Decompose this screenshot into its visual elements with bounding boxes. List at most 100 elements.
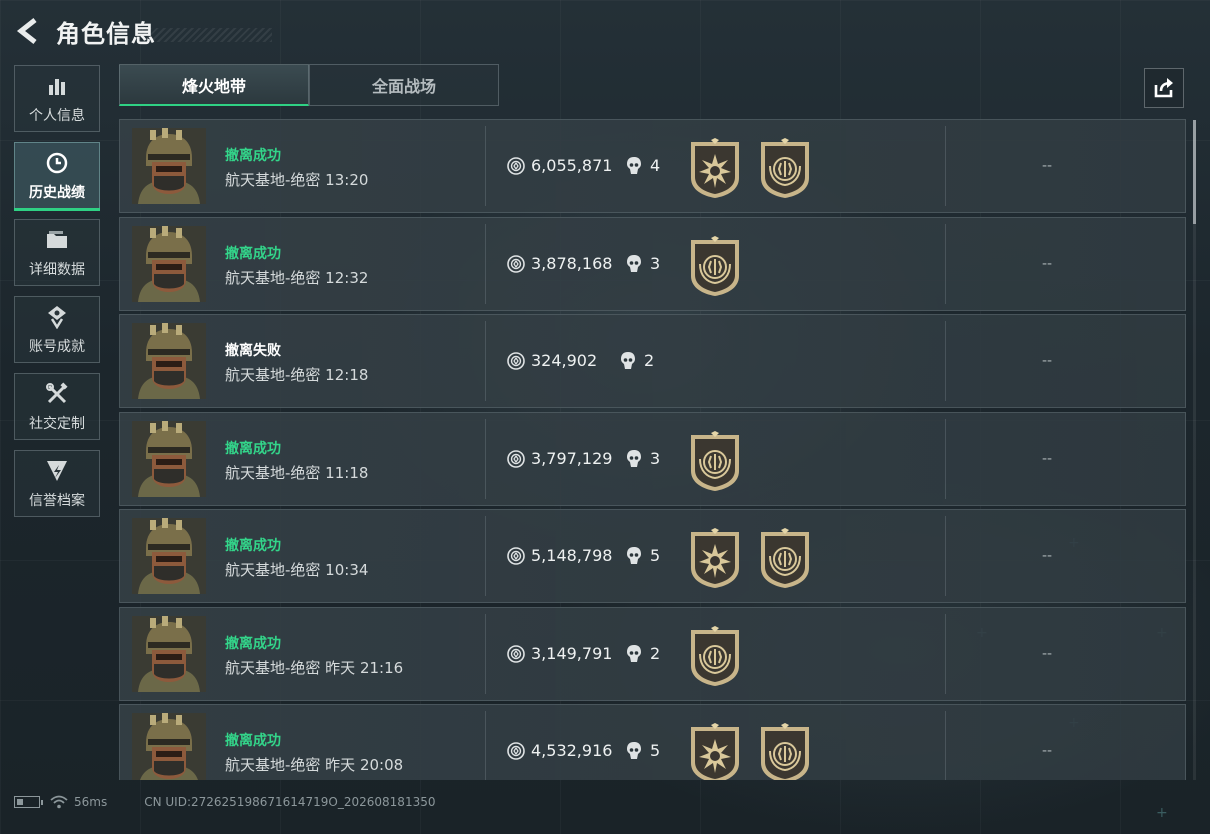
laurel-badge[interactable]: [687, 235, 743, 296]
operator-avatar: [132, 713, 206, 780]
loot-value: 4,532,916: [531, 741, 613, 760]
skull-icon: [626, 546, 642, 566]
loot-value: 6,055,871: [531, 156, 613, 175]
match-record-row[interactable]: 撤离成功 航天基地-绝密 11:18 3,797,129 3 --: [119, 411, 1186, 506]
uid-text: CN UID:272625198671614719O_202608181350: [144, 795, 436, 809]
status-footer: 56ms CN UID:272625198671614719O_20260818…: [14, 793, 435, 811]
column-divider: [945, 223, 946, 304]
battery-icon: [14, 796, 43, 808]
map-and-time: 航天基地-绝密 昨天 20:08: [225, 756, 404, 774]
sidebar: 个人信息 历史战绩 详细数据 账号成就 社交定制 信誉档案: [14, 65, 100, 527]
extraction-status: 撤离成功: [225, 538, 281, 554]
match-record-row[interactable]: 撤离成功 航天基地-绝密 13:20 6,055,871 4 --: [119, 119, 1186, 213]
sidebar-item-label: 历史战绩: [29, 184, 85, 201]
column-divider: [485, 126, 486, 206]
sidebar-item-details[interactable]: 详细数据: [14, 219, 100, 286]
kill-count: 2: [644, 351, 655, 370]
history-clock-icon: [44, 150, 70, 176]
operator-avatar: [132, 615, 206, 692]
page-title: 角色信息: [56, 19, 156, 48]
laurel-badge[interactable]: [757, 528, 813, 588]
skull-icon: [626, 644, 642, 664]
operator-avatar: [132, 518, 206, 594]
loot-value: 3,878,168: [531, 253, 613, 273]
extraction-status: 撤离成功: [225, 733, 281, 749]
loot-value: 3,149,791: [531, 643, 613, 663]
kill-count: 2: [650, 643, 661, 663]
tab-beacon-zone[interactable]: 烽火地带: [119, 64, 309, 106]
title-decoration: [142, 28, 272, 42]
column-divider: [945, 711, 946, 780]
back-button[interactable]: [14, 16, 42, 46]
sidebar-item-reputation[interactable]: 信誉档案: [14, 450, 100, 517]
extraction-status: 撤离成功: [225, 635, 281, 652]
match-record-row[interactable]: 撤离成功航天基地-绝密 昨天 21:16 3,149,791 2 --: [119, 606, 1186, 701]
sidebar-item-label: 个人信息: [29, 107, 85, 124]
map-and-time: 航天基地-绝密 11:18: [225, 463, 369, 482]
extraction-status: 撤离成功: [225, 440, 281, 457]
coin-icon: [507, 742, 525, 760]
coin-icon: [507, 254, 525, 273]
extra-stat: --: [1042, 645, 1053, 662]
extra-stat: --: [1042, 353, 1053, 369]
laurel-badge[interactable]: [687, 430, 743, 491]
skull-icon: [626, 741, 642, 761]
extra-stat: --: [1042, 548, 1053, 564]
operator-avatar: [132, 420, 206, 497]
match-history-list: 撤离成功 航天基地-绝密 13:20 6,055,871 4 -- 撤离成功 航天基地-绝密…: [119, 119, 1186, 780]
sidebar-item-label: 社交定制: [29, 415, 85, 432]
sun-emblem-badge[interactable]: [687, 723, 743, 780]
coin-icon: [507, 547, 525, 565]
operator-avatar: [132, 323, 206, 399]
laurel-badge[interactable]: [757, 138, 813, 198]
extra-stat: --: [1042, 450, 1053, 467]
column-divider: [945, 613, 946, 694]
skull-icon: [626, 156, 642, 176]
column-divider: [485, 321, 486, 401]
extraction-status: 撤离失败: [225, 343, 281, 359]
scrollbar[interactable]: [1193, 120, 1196, 780]
column-divider: [945, 126, 946, 206]
sidebar-item-social[interactable]: 社交定制: [14, 373, 100, 440]
folder-icon: [44, 227, 70, 253]
column-divider: [945, 418, 946, 499]
share-button[interactable]: [1144, 68, 1184, 108]
map-and-time: 航天基地-绝密 10:34: [225, 561, 369, 579]
coin-icon: [507, 352, 525, 370]
sidebar-item-achievements[interactable]: 账号成就: [14, 296, 100, 363]
column-divider: [945, 321, 946, 401]
extraction-status: 撤离成功: [225, 148, 281, 164]
bar-chart-icon: [44, 73, 70, 99]
decor-plus-icon: +: [1156, 805, 1168, 821]
match-record-row[interactable]: 撤离失败 航天基地-绝密 12:18 324,902 2 --: [119, 314, 1186, 408]
match-record-row[interactable]: 撤离成功 航天基地-绝密 12:32 3,878,168 3 --: [119, 216, 1186, 311]
operator-avatar: [132, 128, 206, 204]
column-divider: [485, 613, 486, 694]
sidebar-item-history[interactable]: 历史战绩: [14, 142, 100, 211]
scrollbar-thumb[interactable]: [1193, 120, 1196, 224]
extra-stat: --: [1042, 158, 1053, 174]
coin-icon: [507, 449, 525, 468]
extra-stat: --: [1042, 743, 1053, 759]
map-and-time: 航天基地-绝密 13:20: [225, 171, 369, 189]
page-header: 角色信息: [14, 14, 272, 48]
sun-emblem-badge[interactable]: [687, 138, 743, 198]
reputation-icon: [44, 458, 70, 484]
sidebar-item-label: 详细数据: [29, 261, 85, 278]
match-record-row[interactable]: 撤离成功 航天基地-绝密 10:34 5,148,798 5 --: [119, 509, 1186, 603]
sun-emblem-badge[interactable]: [687, 528, 743, 588]
map-and-time: 航天基地-绝密 昨天 21:16: [225, 658, 404, 677]
back-arrow-icon: [16, 18, 37, 44]
kill-count: 5: [650, 741, 661, 760]
map-and-time: 航天基地-绝密 12:32: [225, 268, 369, 287]
skull-icon: [626, 449, 642, 469]
extra-stat: --: [1042, 255, 1053, 272]
sidebar-item-label: 信誉档案: [29, 492, 85, 509]
laurel-badge[interactable]: [687, 625, 743, 686]
match-record-row[interactable]: 撤离成功航天基地-绝密 昨天 20:08 4,532,916 5 --: [119, 704, 1186, 780]
coin-icon: [507, 157, 525, 175]
tab-full-battlefield[interactable]: 全面战场: [309, 64, 499, 106]
laurel-badge[interactable]: [757, 723, 813, 780]
sidebar-item-profile[interactable]: 个人信息: [14, 65, 100, 132]
achievement-icon: [44, 304, 70, 330]
